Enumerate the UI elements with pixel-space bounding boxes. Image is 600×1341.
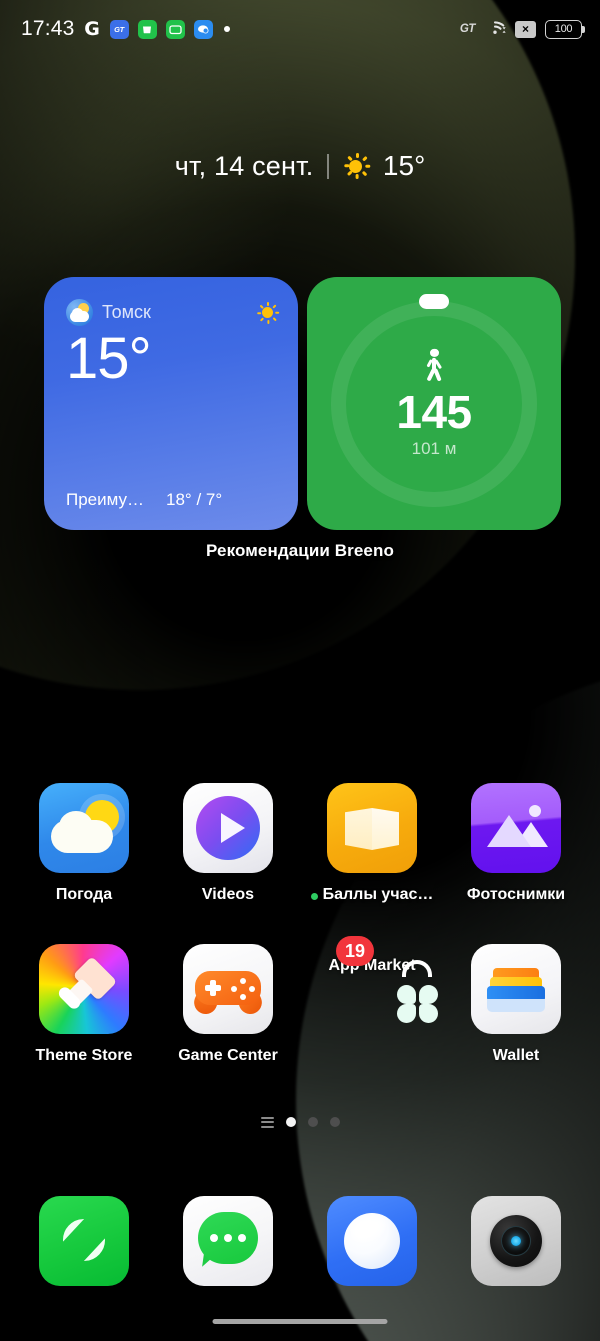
- cloud-sync-icon: [193, 19, 213, 39]
- browser-icon[interactable]: [327, 1196, 417, 1286]
- phone-icon[interactable]: [39, 1196, 129, 1286]
- app-videos[interactable]: Videos: [178, 783, 278, 904]
- more-notifications-dot: [223, 26, 230, 32]
- battery-level-text: 100: [554, 23, 573, 35]
- step-widget-content: 145 101 м: [331, 348, 537, 458]
- app-app-market[interactable]: 19 App Market: [322, 936, 438, 1065]
- theme-store-app-icon[interactable]: [39, 944, 129, 1034]
- app-wallet[interactable]: Wallet: [466, 944, 566, 1065]
- game-center-app-icon[interactable]: [183, 944, 273, 1034]
- weather-widget-temperature: 15°: [66, 326, 152, 391]
- sun-icon: [343, 153, 371, 179]
- app-points[interactable]: Баллы учас…: [310, 783, 433, 904]
- app-label-points: Баллы учас…: [310, 886, 434, 904]
- dock-app-phone[interactable]: [34, 1196, 134, 1286]
- gt-label: GT: [459, 23, 476, 35]
- weather-widget-city-group: Томск: [66, 299, 151, 326]
- widget-caption: Рекомендации Breeno: [206, 541, 394, 560]
- photos-app-icon[interactable]: [471, 783, 561, 873]
- notification-dot-icon: [310, 893, 318, 900]
- dock-app-messages[interactable]: [178, 1196, 278, 1286]
- weather-widget-city: Томск: [102, 302, 151, 322]
- header-divider: [327, 153, 329, 179]
- no-sim-icon: ×: [515, 20, 536, 38]
- messages-icon[interactable]: [183, 1196, 273, 1286]
- app-row-1: Погода Videos Баллы учас… Фотоснимки: [0, 783, 600, 904]
- walking-person-icon: [421, 348, 447, 382]
- shopping-bag-icon: [137, 19, 157, 39]
- points-app-icon[interactable]: [327, 783, 417, 873]
- date-weather-header[interactable]: чт, 14 сент. 15°: [0, 150, 600, 182]
- widget-row: Томск 15° Преиму… 18° / 7° 145 101 м: [44, 277, 561, 530]
- app-label-wallet: Wallet: [492, 1047, 540, 1064]
- app-label-points-text: Баллы учас…: [322, 886, 434, 903]
- weather-widget-footer: Преиму… 18° / 7°: [66, 490, 278, 510]
- weather-widget-high-low: 18° / 7°: [166, 490, 223, 509]
- weather-widget-top: Томск: [66, 299, 280, 326]
- step-ring-marker: [419, 293, 449, 309]
- app-weather[interactable]: Погода: [34, 783, 134, 904]
- step-progress-ring: 145 101 м: [331, 293, 537, 507]
- page-dot-2[interactable]: [307, 1117, 318, 1128]
- dock: [0, 1196, 600, 1286]
- partly-cloudy-icon: [66, 299, 93, 326]
- videos-app-icon[interactable]: [183, 783, 273, 873]
- wallet-app-icon[interactable]: [471, 944, 561, 1034]
- step-count-value: 145: [396, 385, 472, 438]
- page-dot-3[interactable]: [329, 1117, 340, 1128]
- home-screen: 17:43 G GT GT × 100 чт, 14 сент. 15° Том…: [0, 0, 600, 1341]
- app-label-theme-store: Theme Store: [35, 1047, 133, 1064]
- app-theme-store[interactable]: Theme Store: [34, 944, 134, 1065]
- status-bar-right: GT × 100: [459, 18, 585, 41]
- app-drawer-icon[interactable]: [260, 1117, 274, 1128]
- gesture-nav-bar[interactable]: [212, 1319, 388, 1324]
- app-game-center[interactable]: Game Center: [178, 944, 278, 1065]
- wifi-icon: [484, 18, 506, 41]
- app-grid: Погода Videos Баллы учас… Фотоснимки The…: [0, 783, 600, 1065]
- header-temperature: 15°: [382, 150, 426, 181]
- app-label-game-center: Game Center: [178, 1047, 278, 1064]
- app-label-videos: Videos: [201, 886, 255, 903]
- page-indicator[interactable]: [0, 1117, 600, 1128]
- app-row-2: Theme Store Game Center 19 App Market Wa…: [0, 936, 600, 1065]
- app-photos[interactable]: Фотоснимки: [466, 783, 566, 904]
- battery-indicator: 100: [545, 19, 585, 39]
- google-assistant-icon: G: [84, 18, 100, 40]
- weather-widget-sun-icon: [256, 301, 280, 324]
- camera-icon[interactable]: [471, 1196, 561, 1286]
- step-distance-value: 101 м: [411, 438, 457, 458]
- weather-app-icon[interactable]: [39, 783, 129, 873]
- step-counter-widget[interactable]: 145 101 м: [307, 277, 561, 530]
- app-label-weather: Погода: [55, 886, 113, 903]
- gt-mode-icon: GT: [109, 19, 129, 39]
- dock-app-browser[interactable]: [322, 1196, 422, 1286]
- app-label-photos: Фотоснимки: [466, 886, 566, 903]
- header-date: чт, 14 сент.: [174, 150, 314, 181]
- status-bar: 17:43 G GT GT × 100: [0, 0, 600, 58]
- status-bar-left: 17:43 G GT: [21, 17, 230, 41]
- dock-app-camera[interactable]: [466, 1196, 566, 1286]
- weather-widget[interactable]: Томск 15° Преиму… 18° / 7°: [44, 277, 298, 530]
- weather-widget-condition: Преиму…: [66, 490, 145, 509]
- app-market-badge: 19: [335, 936, 374, 966]
- card-icon: [165, 19, 185, 39]
- status-bar-clock: 17:43: [21, 17, 75, 40]
- page-dot-1[interactable]: [285, 1117, 296, 1128]
